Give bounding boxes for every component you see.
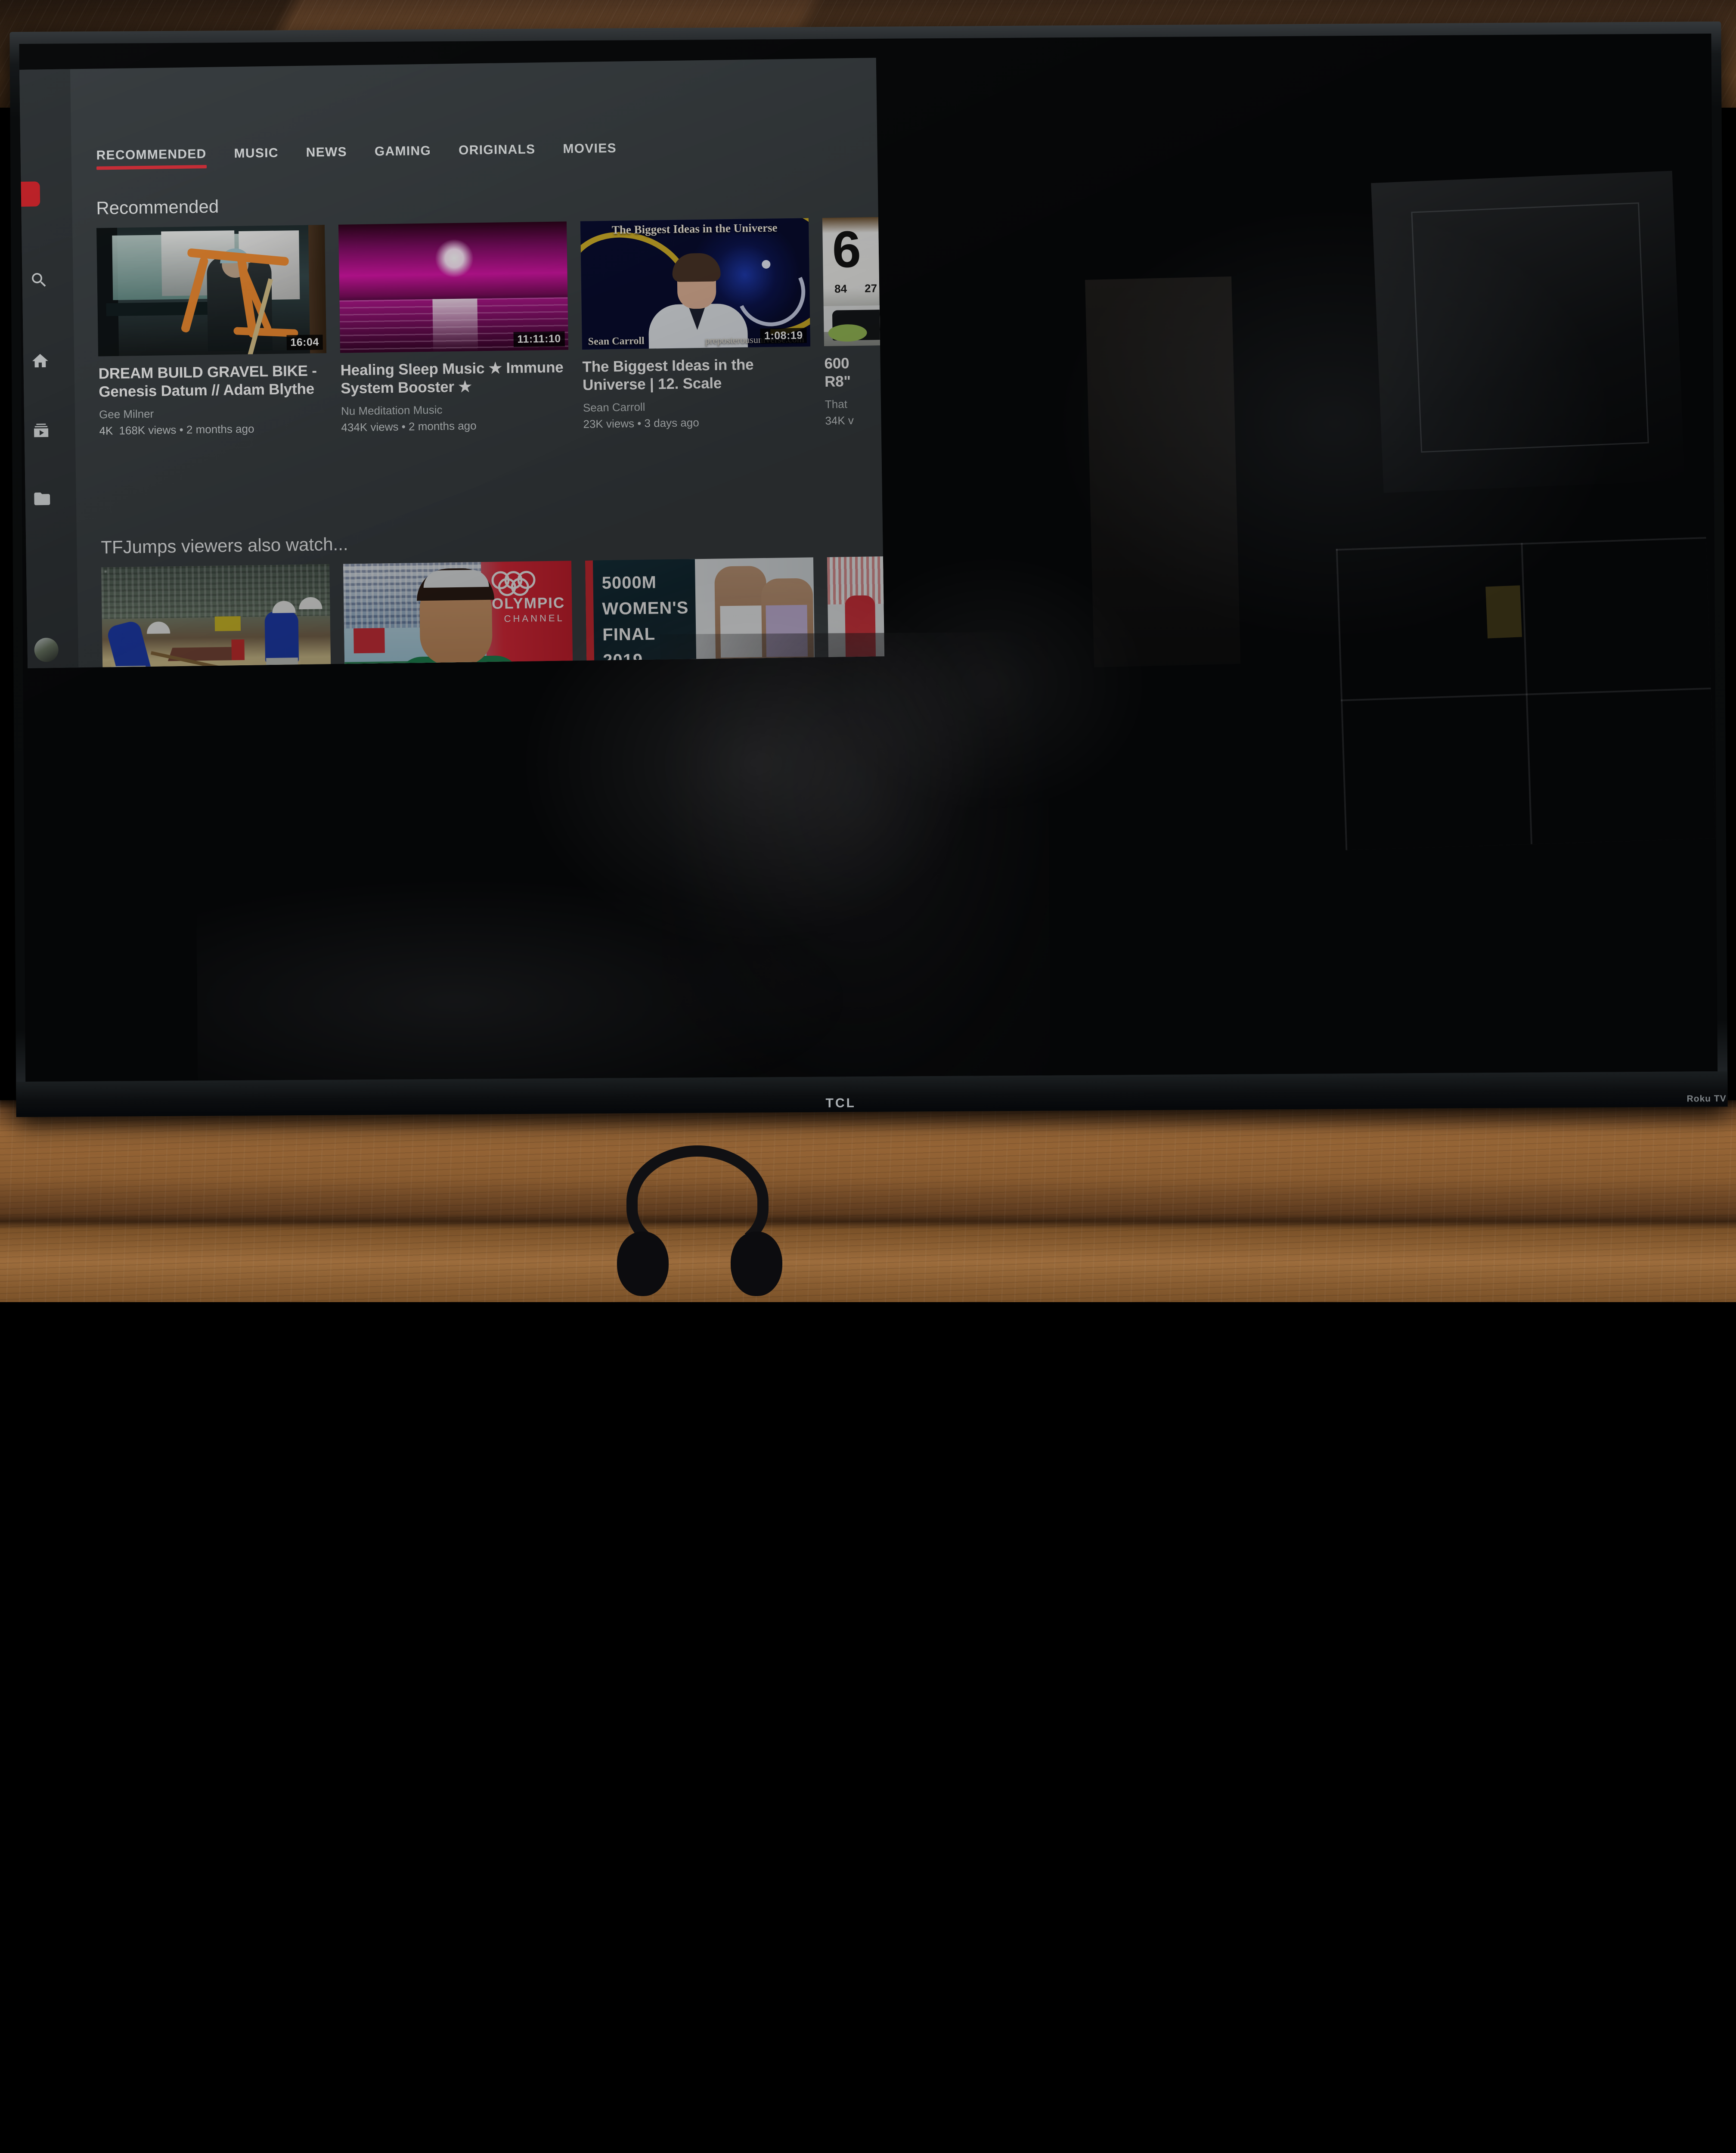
- video-meta: 23K views • 3 days ago: [583, 414, 811, 431]
- thumb-bike-frame: [187, 252, 296, 341]
- thumb-flag-drape: [423, 570, 489, 588]
- video-thumbnail[interactable]: 6 84 27: [822, 215, 884, 346]
- tab-movies[interactable]: MOVIES: [563, 141, 617, 164]
- thumb-cap-a: [147, 621, 170, 634]
- thumb-cell-a: 84: [834, 282, 847, 295]
- olympic-rings-icon: [491, 571, 561, 591]
- video-meta: 34K v: [825, 411, 884, 428]
- thumb-dot: [762, 260, 770, 269]
- thumb-shorts-a: [114, 666, 146, 668]
- thumb-shorts-b: [266, 658, 298, 668]
- video-card[interactable]: The Biggest Ideas in the Universe Sean C…: [580, 218, 812, 431]
- thumb-marker: [231, 639, 245, 660]
- video-card[interactable]: 6 84 27 600 R8" That: [822, 215, 884, 428]
- video-channel: Sean Carroll: [583, 398, 811, 414]
- video-views-and-age: 168K views • 2 months ago: [119, 422, 254, 437]
- reflection-yellow-object: [1485, 585, 1522, 638]
- tab-originals[interactable]: ORIGINALS: [459, 142, 536, 164]
- thumb-scoreboard: [215, 616, 241, 631]
- wood-wall: [0, 1100, 1736, 1302]
- video-title: Healing Sleep Music ★ Immune System Boos…: [340, 358, 569, 397]
- thumbnail-overlay-line2: WOMEN'S: [602, 599, 689, 618]
- thumb-right-edge: [308, 225, 326, 354]
- video-title: 600 R8": [824, 352, 884, 391]
- thumb-cell-b: 27: [865, 282, 877, 295]
- thumb-banner: [353, 628, 385, 653]
- thumb-price-digit: 6: [832, 223, 859, 276]
- shelf-title-recommended: Recommended: [96, 196, 219, 219]
- video-thumbnail[interactable]: [101, 564, 331, 668]
- headphone-earcup-right: [731, 1232, 782, 1296]
- thumbnail-overlay-name: Sean Carroll: [588, 335, 645, 348]
- reflection-shelf: [1085, 276, 1240, 667]
- shelf-title-tfjumps: TFJumps viewers also watch...: [101, 534, 348, 558]
- reflection-sofa: [196, 878, 843, 1082]
- tab-news[interactable]: NEWS: [306, 145, 347, 167]
- video-thumbnail[interactable]: 11:11:10: [338, 221, 568, 353]
- youtube-tv-app: RECOMMENDED MUSIC NEWS GAMING ORIGINALS …: [19, 58, 884, 668]
- video-channel: Gee Milner: [99, 405, 327, 421]
- avatar[interactable]: [34, 638, 59, 662]
- thumbnail-overlay-line3: FINAL: [602, 625, 655, 645]
- room-scene: RECOMMENDED MUSIC NEWS GAMING ORIGINALS …: [0, 0, 1736, 1302]
- tv-os-badge: Roku TV: [1686, 1094, 1726, 1104]
- video-meta: 4K 168K views • 2 months ago: [99, 421, 327, 437]
- thumbnail-overlay-line4: 2019: [603, 651, 643, 668]
- youtube-logo-icon[interactable]: [19, 181, 40, 207]
- video-title-line1: 600: [824, 355, 849, 372]
- tv-brand-logo: TCL: [825, 1096, 856, 1111]
- video-card[interactable]: [101, 564, 331, 668]
- video-channel: Nu Meditation Music: [341, 401, 569, 418]
- headphones: [614, 1145, 786, 1292]
- video-thumbnail[interactable]: OLYMPIC CHANNEL: [343, 561, 573, 668]
- video-title: The Biggest Ideas in the Universe | 12. …: [582, 355, 811, 394]
- content-area: RECOMMENDED MUSIC NEWS GAMING ORIGINALS …: [92, 58, 884, 667]
- video-title: DREAM BUILD GRAVEL BIKE - Genesis Datum …: [98, 362, 327, 401]
- thumb-official-a: [106, 620, 152, 668]
- category-tabs: RECOMMENDED MUSIC NEWS GAMING ORIGINALS …: [96, 141, 644, 170]
- video-card[interactable]: OLYMPIC CHANNEL: [343, 561, 573, 668]
- tab-recommended[interactable]: RECOMMENDED: [96, 147, 207, 170]
- video-duration: 16:04: [286, 335, 323, 350]
- video-duration: 1:08:19: [760, 328, 807, 344]
- quality-badge: 4K: [99, 424, 113, 437]
- subscriptions-icon[interactable]: [28, 418, 54, 444]
- video-thumbnail[interactable]: 16:04: [96, 225, 326, 356]
- video-meta: 434K views • 2 months ago: [341, 418, 569, 434]
- video-thumbnail[interactable]: The Biggest Ideas in the Universe Sean C…: [580, 218, 810, 349]
- reflection-window-mullions: [1336, 537, 1716, 850]
- video-title-line2: R8": [825, 373, 851, 390]
- reflection-picture-frame: [1411, 202, 1649, 453]
- thumbnail-overlay-brand-sub: CHANNEL: [504, 612, 564, 624]
- thumb-official-b: [264, 611, 299, 663]
- video-duration: 11:11:10: [513, 331, 565, 347]
- shelf-row-recommended: 16:04 DREAM BUILD GRAVEL BIKE - Genesis …: [96, 215, 884, 438]
- search-icon[interactable]: [26, 267, 52, 293]
- library-folder-icon[interactable]: [29, 486, 55, 512]
- video-card[interactable]: 11:11:10 Healing Sleep Music ★ Immune Sy…: [338, 221, 570, 434]
- sidebar: [19, 69, 78, 668]
- television: RECOMMENDED MUSIC NEWS GAMING ORIGINALS …: [9, 22, 1727, 1117]
- tab-music[interactable]: MUSIC: [234, 146, 279, 168]
- video-card[interactable]: 16:04 DREAM BUILD GRAVEL BIKE - Genesis …: [96, 225, 328, 437]
- home-icon[interactable]: [28, 348, 53, 374]
- tv-screen: RECOMMENDED MUSIC NEWS GAMING ORIGINALS …: [19, 34, 1718, 1082]
- video-channel: That: [825, 395, 884, 411]
- thumb-crowd: [101, 564, 330, 619]
- headphone-earcup-left: [617, 1232, 669, 1296]
- thumbnail-overlay-brand: OLYMPIC: [492, 594, 565, 612]
- thumb-sun-reflection: [432, 298, 478, 351]
- tab-gaming[interactable]: GAMING: [375, 144, 431, 166]
- thumbnail-overlay-line1: 5000M: [601, 573, 657, 593]
